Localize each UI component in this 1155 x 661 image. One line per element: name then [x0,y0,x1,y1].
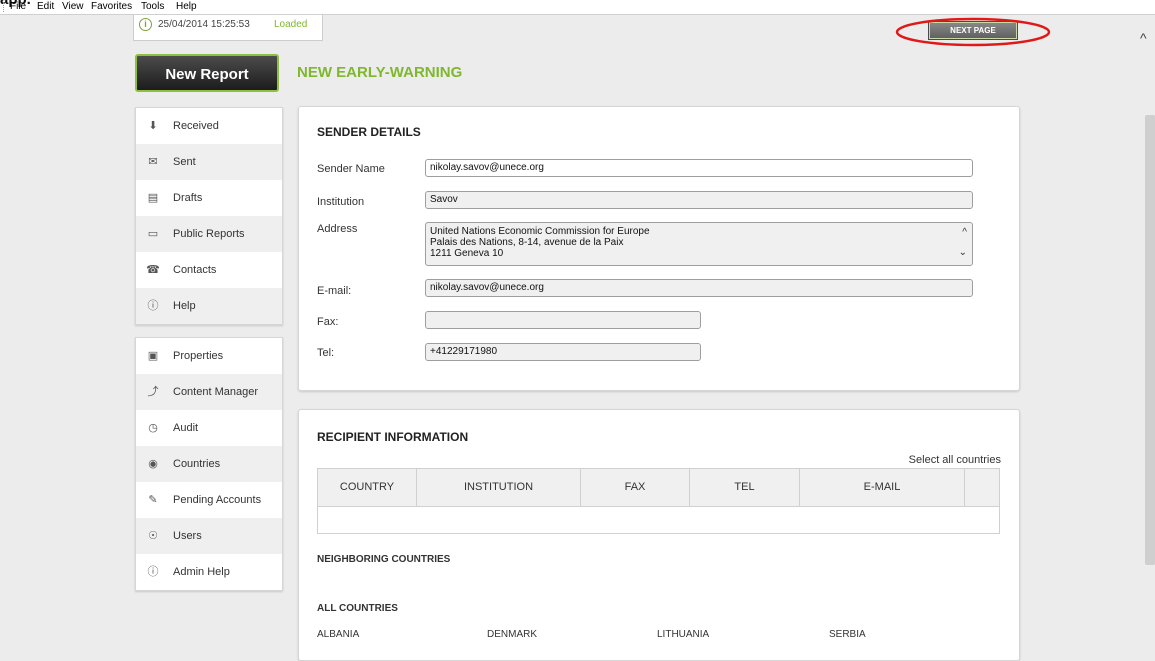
globe-icon: ◉ [148,458,158,470]
status-box: i 25/04/2014 15:25:53 Loaded [133,15,323,41]
menu-help[interactable]: Help [176,1,197,12]
country-item[interactable]: ALBANIA [317,629,359,640]
sidebar-item-content-manager[interactable]: ⤴ Content Manager [136,374,282,410]
status-state: Loaded [274,19,308,30]
wrench-icon: ⤴ [147,386,159,398]
sidebar-item-label: Drafts [173,192,203,204]
page-title: NEW EARLY-WARNING [297,64,463,81]
address-label: Address [317,223,358,235]
country-item[interactable]: SERBIA [829,629,866,640]
sidebar-item-label: Contacts [173,264,217,276]
column-header-institution[interactable]: INSTITUTION [417,469,581,506]
sidebar-item-audit[interactable]: ◷ Audit [136,410,282,446]
sidebar-item-contacts[interactable]: ☎ Contacts [136,252,282,288]
menu-view[interactable]: View [62,1,84,12]
menu-favorites[interactable]: Favorites [91,1,132,12]
address-line-2: Palais des Nations, 8-14, avenue de la P… [430,237,624,248]
sidebar-item-label: Admin Help [173,566,230,578]
sidebar-item-label: Users [173,530,202,542]
recipient-info-title: RECIPIENT INFORMATION [317,430,469,444]
tel-field[interactable]: +41229171980 [425,343,701,361]
sidebar-item-label: Received [173,120,219,132]
document-icon: ▤ [147,192,159,204]
sidebar-item-pending-accounts[interactable]: ✎ Pending Accounts [136,482,282,518]
info-icon: i [139,18,152,31]
column-header-email[interactable]: E-MAIL [800,469,965,506]
column-header-country[interactable]: COUNTRY [318,469,417,506]
pending-icon: ✎ [148,494,158,506]
select-all-countries-link[interactable]: Select all countries [909,454,1001,466]
sidebar-item-countries[interactable]: ◉ Countries [136,446,282,482]
scrollbar-thumb[interactable] [1145,115,1155,565]
country-item[interactable]: DENMARK [487,629,537,640]
new-report-button[interactable]: New Report [135,54,279,92]
column-header-fax[interactable]: FAX [581,469,690,506]
institution-label: Institution [317,196,365,208]
sender-name-field[interactable]: nikolay.savov@unece.org [425,159,973,177]
email-field[interactable]: nikolay.savov@unece.org [425,279,973,297]
sender-details-title: SENDER DETAILS [317,125,421,139]
nav-admin: ▣ Properties ⤴ Content Manager ◷ Audit ◉… [135,337,283,591]
sender-details-panel: SENDER DETAILS Sender Name nikolay.savov… [298,106,1020,391]
folder-icon: ▭ [147,228,159,240]
country-item[interactable]: LITHUANIA [657,629,709,640]
properties-icon: ▣ [147,350,159,362]
sidebar-item-label: Content Manager [173,386,258,398]
sidebar-item-users[interactable]: ☉ Users [136,518,282,554]
phone-icon: ☎ [146,264,160,276]
status-timestamp: 25/04/2014 15:25:53 [158,19,250,30]
tel-label: Tel: [317,347,335,359]
sender-name-label: Sender Name [317,163,385,175]
envelope-icon: ✉ [148,156,158,168]
menu-edit[interactable]: Edit [37,1,54,12]
menu-grip [3,2,6,12]
address-line-3: 1211 Geneva 10 [430,248,504,259]
fax-field[interactable] [425,311,701,329]
menu-bar: app. File Edit View Favorites Tools Help [0,0,1155,15]
user-icon: ☉ [148,530,158,542]
sidebar-item-properties[interactable]: ▣ Properties [136,338,282,374]
institution-field[interactable]: Savov [425,191,973,209]
nav-mail: ⬇ Received ✉ Sent ▤ Drafts ▭ Public Repo… [135,107,283,325]
sidebar-item-admin-help[interactable]: ⓘ Admin Help [136,554,282,590]
scroll-up-arrow-icon[interactable]: ^ [962,227,967,238]
sidebar-item-drafts[interactable]: ▤ Drafts [136,180,282,216]
sidebar-item-label: Audit [173,422,199,434]
scroll-down-arrow-icon[interactable]: ⌄ [959,247,967,258]
sidebar-item-label: Public Reports [173,228,245,240]
address-line-1: United Nations Economic Commission for E… [430,226,650,237]
sidebar-item-help[interactable]: ⓘ Help [136,288,282,324]
recipient-table: COUNTRY INSTITUTION FAX TEL E-MAIL [317,468,1000,534]
info-icon: ⓘ [147,300,159,312]
table-header: COUNTRY INSTITUTION FAX TEL E-MAIL [318,469,999,507]
sidebar-item-label: Help [173,300,196,312]
column-header-tel[interactable]: TEL [690,469,800,506]
download-icon: ⬇ [148,120,158,132]
menu-tools[interactable]: Tools [141,1,164,12]
sidebar-item-label: Sent [173,156,196,168]
info-icon: ⓘ [147,566,159,578]
address-field[interactable]: United Nations Economic Commission for E… [425,222,973,266]
clock-icon: ◷ [148,422,158,434]
email-label: E-mail: [317,285,352,297]
recipient-info-panel: RECIPIENT INFORMATION Select all countri… [298,409,1020,661]
sidebar-item-label: Countries [173,458,221,470]
sidebar-item-received[interactable]: ⬇ Received [136,108,282,144]
neighboring-countries-title: NEIGHBORING COUNTRIES [317,554,451,565]
sidebar-item-sent[interactable]: ✉ Sent [136,144,282,180]
all-countries-title: ALL COUNTRIES [317,603,398,614]
sidebar-item-public-reports[interactable]: ▭ Public Reports [136,216,282,252]
sidebar-item-label: Properties [173,350,224,362]
fax-label: Fax: [317,316,339,328]
menu-file[interactable]: File [10,1,26,12]
sidebar-item-label: Pending Accounts [173,494,262,506]
next-page-button[interactable]: NEXT PAGE [928,21,1018,40]
scroll-up-icon[interactable]: ^ [1140,30,1147,46]
